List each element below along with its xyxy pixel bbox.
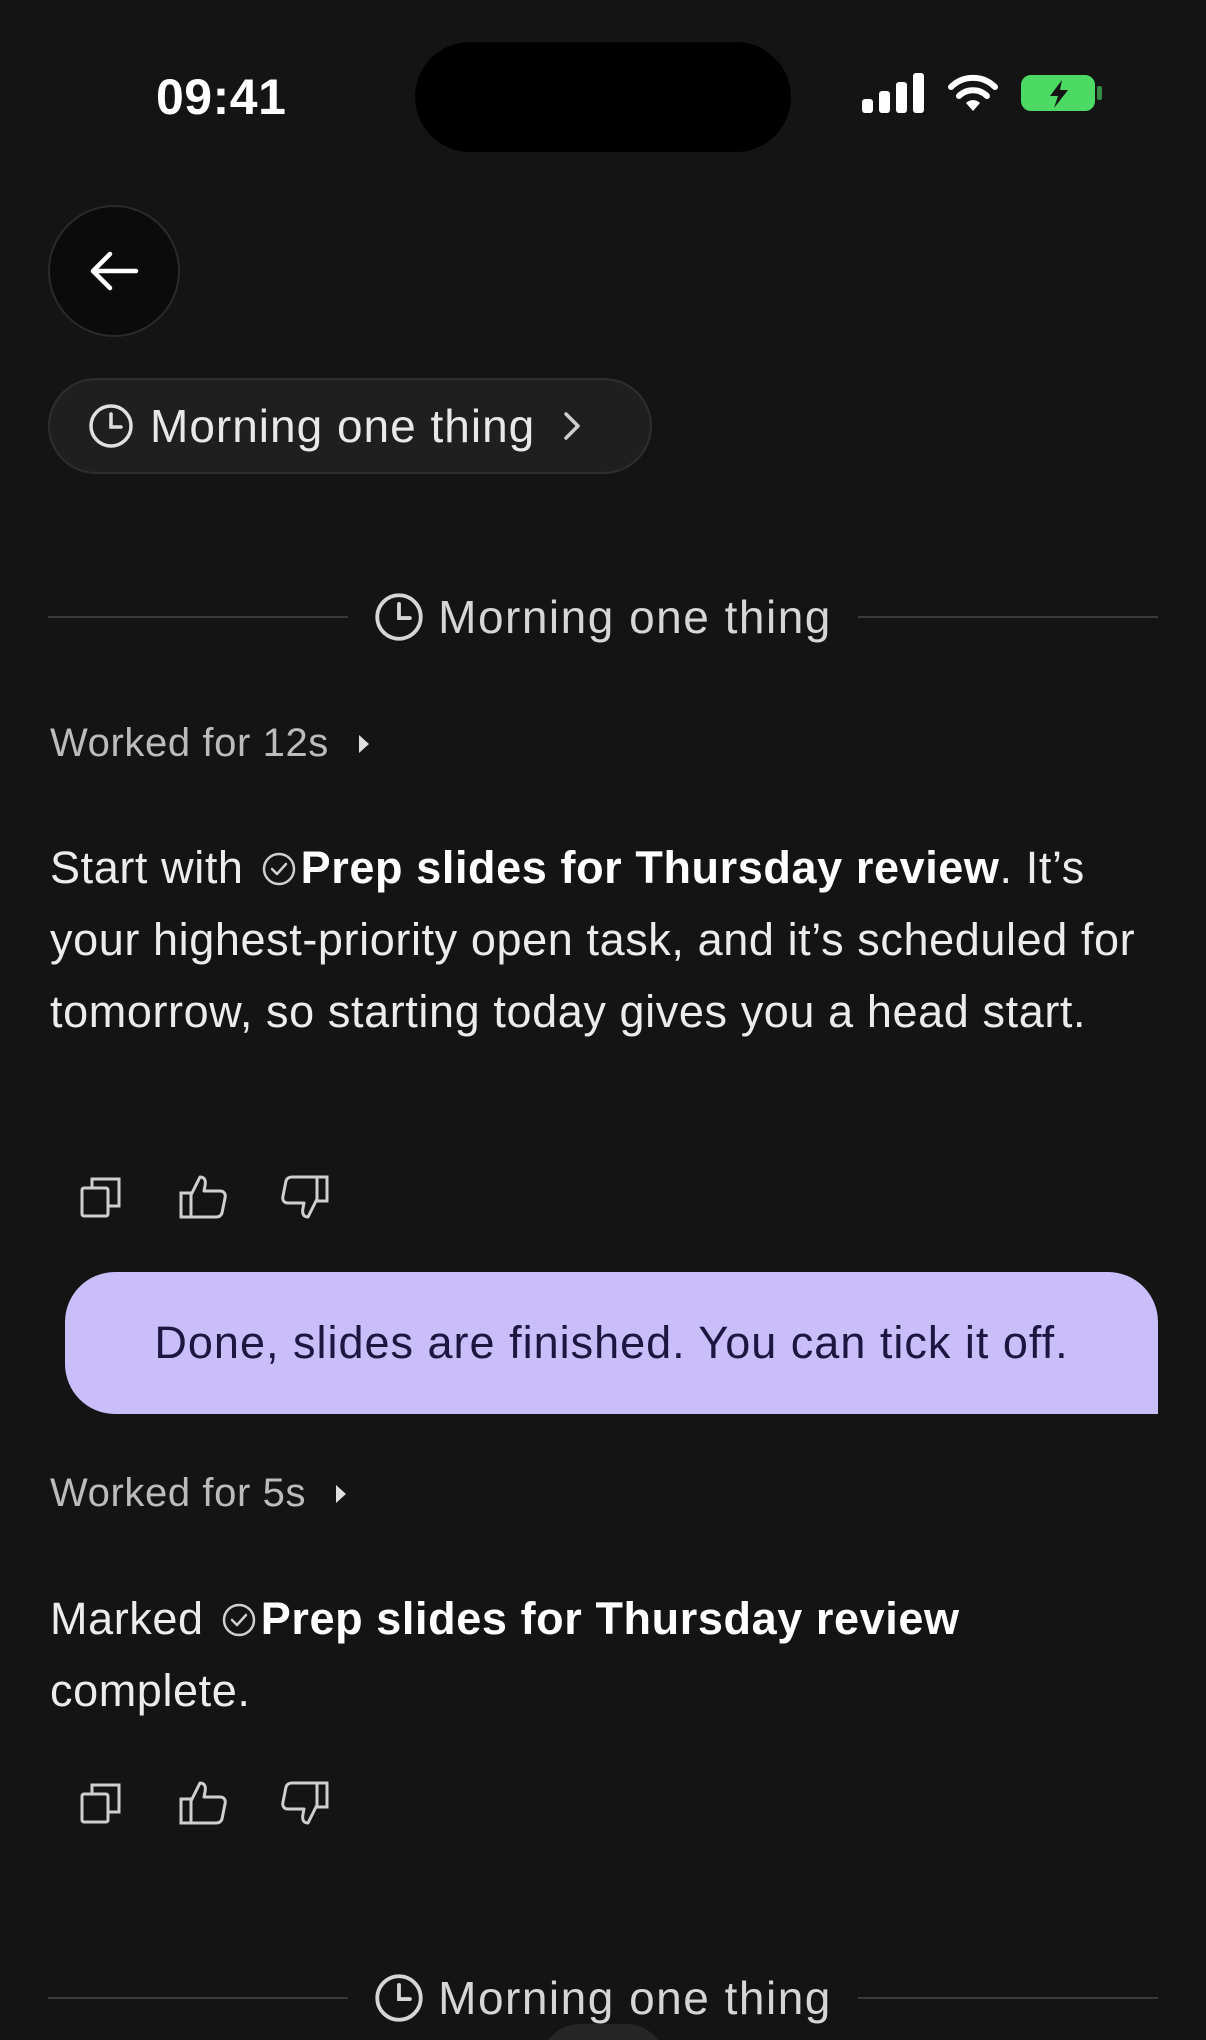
section-divider: Morning one thing	[48, 582, 1158, 652]
thumbs-up-button[interactable]	[178, 1172, 228, 1222]
routine-chip-label: Morning one thing	[150, 400, 536, 452]
copy-button[interactable]	[76, 1172, 126, 1222]
message-text: Start with	[50, 842, 244, 893]
thumbs-down-button[interactable]	[280, 1778, 330, 1828]
battery-charging-icon	[1020, 72, 1104, 119]
signal-icon	[862, 73, 926, 118]
thumbs-down-icon	[281, 1781, 329, 1825]
thumbs-down-icon	[281, 1175, 329, 1219]
assistant-message: Start with Prep slides for Thursday revi…	[50, 832, 1160, 1048]
dynamic-island	[415, 42, 791, 152]
chat-screen: 09:41 Morning one thing Morning one thin…	[0, 0, 1206, 2040]
worked-label: Worked for 12s	[50, 721, 329, 765]
divider-label: Morning one thing	[438, 1972, 832, 2024]
worked-toggle[interactable]: Worked for 12s	[50, 721, 371, 766]
message-text: Marked	[50, 1593, 204, 1644]
wifi-icon	[946, 73, 1000, 118]
chevron-right-icon	[564, 412, 580, 440]
worked-toggle[interactable]: Worked for 5s	[50, 1471, 348, 1516]
thumbs-up-button[interactable]	[178, 1778, 228, 1828]
task-link[interactable]: Prep slides for Thursday review	[301, 842, 1000, 893]
divider-line	[48, 1997, 349, 1999]
thumbs-down-button[interactable]	[280, 1172, 330, 1222]
clock-icon	[375, 1974, 423, 2022]
clock-icon	[89, 404, 133, 448]
divider-label: Morning one thing	[438, 591, 832, 643]
status-time: 09:41	[156, 69, 287, 125]
message-actions	[76, 1172, 330, 1222]
caret-right-icon	[358, 734, 369, 753]
user-message-bubble: Done, slides are finished. You can tick …	[65, 1272, 1158, 1414]
status-icons	[862, 72, 1104, 119]
divider-line	[857, 1997, 1158, 1999]
caret-right-icon	[336, 1484, 347, 1503]
check-circle-icon	[222, 1603, 256, 1637]
task-link[interactable]: Prep slides for Thursday review	[261, 1593, 960, 1644]
divider-line	[48, 616, 349, 618]
user-message-text: Done, slides are finished. You can tick …	[154, 1317, 1069, 1368]
message-actions	[76, 1778, 330, 1828]
message-text: complete.	[50, 1665, 251, 1716]
back-button[interactable]	[48, 205, 180, 337]
copy-icon	[80, 1177, 121, 1218]
thumbs-up-icon	[179, 1781, 227, 1825]
section-divider: Morning one thing	[48, 1963, 1158, 2033]
copy-button[interactable]	[76, 1778, 126, 1828]
assistant-message: Marked Prep slides for Thursday review c…	[50, 1583, 1010, 1727]
thumbs-up-icon	[179, 1175, 227, 1219]
clock-icon	[375, 593, 423, 641]
routine-chip[interactable]: Morning one thing	[48, 378, 652, 474]
worked-label: Worked for 5s	[50, 1471, 307, 1515]
check-circle-icon	[262, 852, 295, 886]
copy-icon	[80, 1783, 121, 1824]
divider-line	[857, 616, 1158, 618]
arrow-left-icon	[90, 251, 139, 291]
